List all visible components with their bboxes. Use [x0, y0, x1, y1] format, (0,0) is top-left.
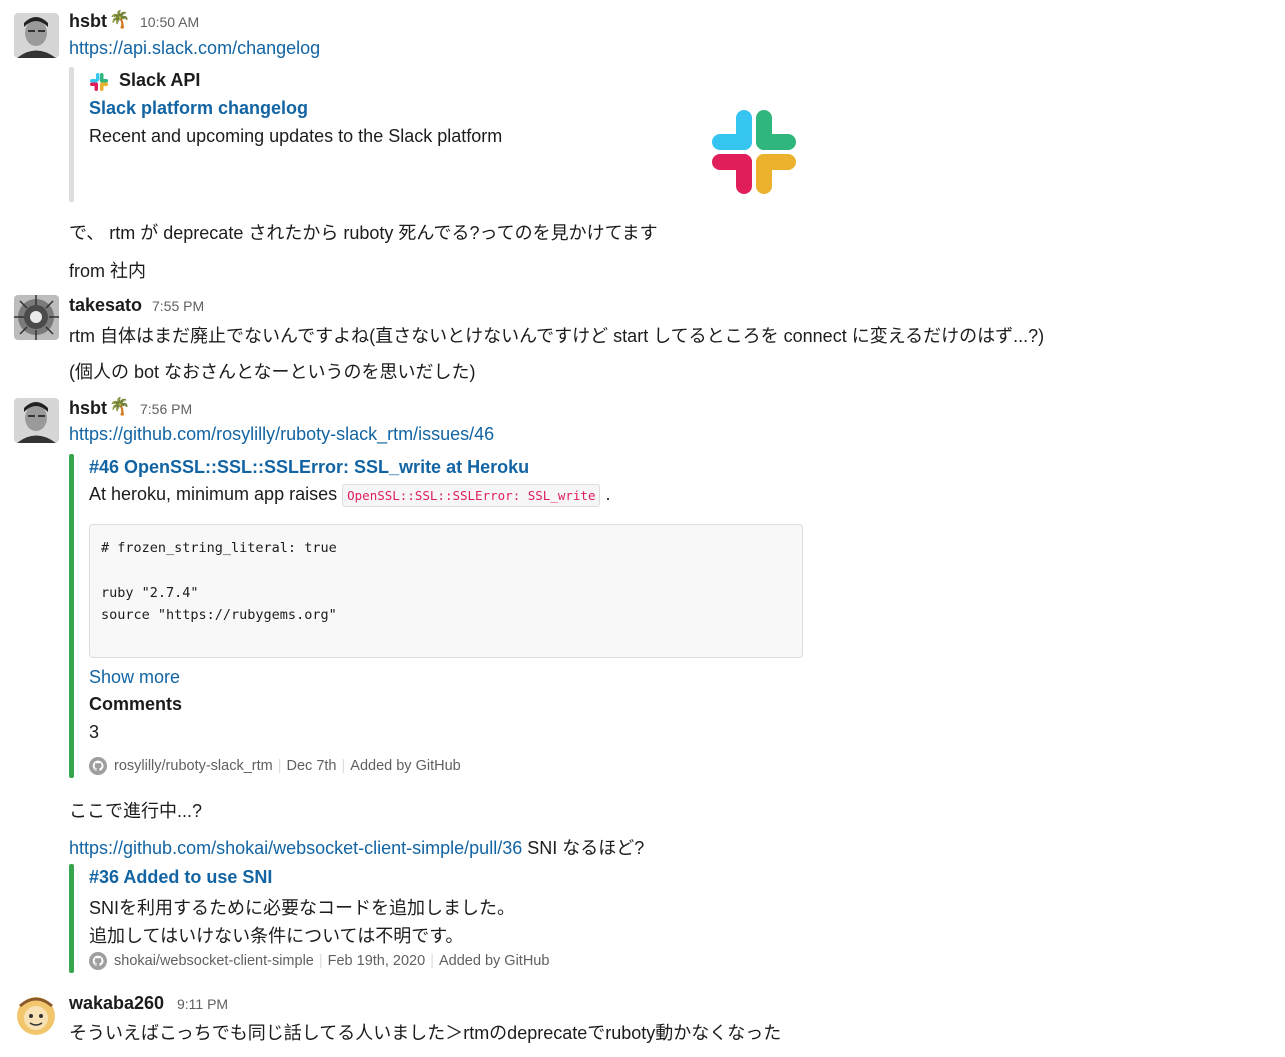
issue-title[interactable]: #46 OpenSSL::SSL::SSLError: SSL_write at… — [89, 457, 529, 478]
avatar-hsbt[interactable] — [14, 398, 59, 443]
avatar-takesato[interactable] — [14, 295, 59, 340]
footer-separator: | — [318, 953, 323, 969]
footer-added-by: Added by GitHub — [438, 953, 550, 969]
palm-tree-emoji[interactable]: 🌴 — [109, 10, 130, 30]
footer-date: Dec 7th — [286, 758, 337, 774]
unfurl-title[interactable]: Slack platform changelog — [89, 98, 308, 119]
unfurl-service-name: Slack API — [119, 70, 201, 90]
issue-description-suffix: . — [605, 484, 611, 504]
message-text: そういえばこっちでも同じ話してる人いました＞rtmのdeprecateでrubo… — [69, 1023, 782, 1043]
footer-repo[interactable]: rosylilly/ruboty-slack_rtm — [114, 758, 273, 774]
timestamp[interactable]: 10:50 AM — [140, 14, 199, 30]
timestamp[interactable]: 9:11 PM — [177, 996, 228, 1012]
message-text: で、 rtm が deprecate されたから ruboty 死んでる?っての… — [69, 223, 658, 243]
message-text: ここで進行中...? — [69, 801, 203, 821]
code-line: ruby "2.7.4" — [101, 584, 199, 601]
message-text: from 社内 — [69, 261, 147, 281]
message-text: rtm 自体はまだ廃止でないんですよね(直さないとけないんですけど start … — [69, 326, 1045, 346]
message-link[interactable]: https://api.slack.com/changelog — [69, 38, 320, 59]
footer-separator: | — [277, 758, 282, 774]
footer-separator: | — [430, 953, 434, 969]
timestamp[interactable]: 7:56 PM — [140, 401, 192, 417]
github-attachment-bar — [69, 864, 74, 973]
message-text-with-link: https://github.com/shokai/websocket-clie… — [69, 834, 644, 860]
code-line: source "https://rubygems.org" — [101, 606, 337, 623]
code-line: # frozen_string_literal: true — [101, 540, 337, 556]
footer-added-by: Added by GitHub — [350, 758, 461, 774]
user-name[interactable]: hsbt — [69, 398, 107, 419]
footer-separator: | — [341, 758, 346, 774]
user-name[interactable]: wakaba260 — [69, 993, 164, 1014]
attachment-footer: rosylilly/ruboty-slack_rtm | Dec 7th | A… — [89, 757, 461, 775]
pr-description: 追加してはいけない条件については不明です。 — [89, 926, 464, 946]
unfurl-description: Recent and upcoming updates to the Slack… — [89, 126, 503, 146]
issue-description-text: At heroku, minimum app raises — [89, 484, 338, 504]
github-icon — [89, 952, 107, 970]
issue-description: At heroku, minimum app raises OpenSSL::S… — [89, 484, 611, 507]
footer-date: Feb 19th, 2020 — [327, 953, 426, 969]
github-attachment-bar — [69, 454, 74, 778]
comments-value: 3 — [89, 722, 100, 742]
attachment-footer: shokai/websocket-client-simple | Feb 19t… — [89, 952, 549, 970]
message-text: SNI なるほど? — [522, 838, 645, 858]
slack-logo-icon — [710, 108, 798, 201]
github-icon — [89, 757, 107, 775]
avatar-hsbt[interactable] — [14, 13, 59, 58]
comments-label: Comments — [89, 694, 183, 714]
timestamp[interactable]: 7:55 PM — [152, 298, 204, 314]
unfurl-bar — [69, 67, 74, 202]
message-text: (個人の bot なおさんとなーというのを思いだした) — [69, 362, 476, 382]
footer-repo[interactable]: shokai/websocket-client-simple — [114, 953, 314, 969]
show-more-link[interactable]: Show more — [89, 667, 180, 688]
pr-title[interactable]: #36 Added to use SNI — [89, 867, 272, 888]
slack-logo-icon — [89, 72, 109, 97]
user-name[interactable]: takesato — [69, 295, 142, 316]
palm-tree-emoji[interactable]: 🌴 — [109, 397, 130, 417]
pr-description: SNIを利用するために必要なコードを追加しました。 — [89, 898, 516, 918]
message-link[interactable]: https://github.com/rosylilly/ruboty-slac… — [69, 424, 494, 445]
user-name[interactable]: hsbt — [69, 11, 107, 32]
message-link[interactable]: https://github.com/shokai/websocket-clie… — [69, 838, 522, 858]
code-block: # frozen_string_literal: true ruby "2.7.… — [89, 524, 803, 658]
avatar-wakaba260[interactable] — [14, 994, 59, 1039]
inline-code: OpenSSL::SSL::SSLError: SSL_write — [342, 484, 601, 507]
